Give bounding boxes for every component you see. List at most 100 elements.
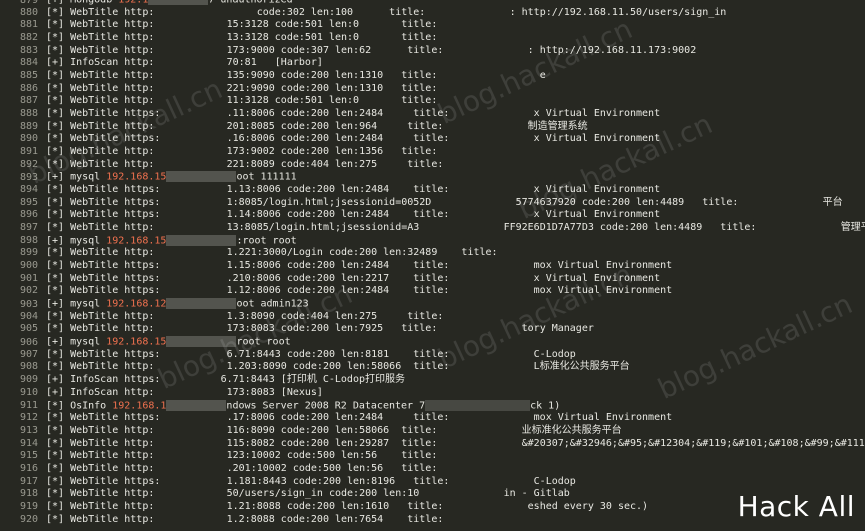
log-line: 884 [+] InfoScan http: 70:81 [Harbor]	[0, 57, 865, 70]
redacted-block	[148, 0, 209, 5]
log-line: 918 [*] WebTitle http: 50/users/sign_in c…	[0, 488, 865, 501]
log-line: 914 [*] WebTitle http: 115:8082 code:200 …	[0, 438, 865, 451]
log-text: 1.203:8090 code:200 len:58066 title: L标准…	[154, 361, 630, 373]
log-line: 890 [*] WebTitle https: .16:8006 code:200…	[0, 133, 865, 146]
log-line: 913 [*] WebTitle http: 116:8090 code:200 …	[0, 425, 865, 438]
redacted-block	[166, 336, 237, 348]
log-text: .17:8006 code:200 len:2484 title: mox Vi…	[160, 412, 673, 424]
redacted-block	[425, 399, 531, 411]
log-prefix: [*] WebTitle http:	[46, 310, 155, 322]
line-number: 916	[19, 462, 38, 474]
line-number: 880	[19, 6, 38, 18]
log-text: 1.15:8006 code:200 len:2484 title: mox V…	[160, 260, 673, 272]
line-number: 917	[19, 475, 38, 487]
terminal-window: { "lines": [ {"n":"879","pre":"[+] Mongo…	[0, 0, 865, 531]
ip-address: 192.168.15	[106, 171, 167, 183]
log-prefix: [*] WebTitle http:	[46, 323, 155, 335]
log-text: 1.181:8443 code:200 len:8196 title: C-Lo…	[160, 475, 576, 487]
line-number: 897	[19, 222, 38, 234]
log-line: 880 [*] WebTitle http: code:302 len:100 t…	[0, 7, 865, 20]
line-number: 888	[19, 108, 38, 120]
log-prefix: [*] WebTitle http:	[46, 513, 155, 525]
log-line: 900 [*] WebTitle https: 1.15:8006 code:20…	[0, 260, 865, 273]
redacted-block	[166, 171, 237, 183]
line-number: 885	[19, 70, 38, 82]
log-line: 891 [*] WebTitle http: 173:9002 code:200 …	[0, 146, 865, 159]
line-number: 886	[19, 82, 38, 94]
line-number: 902	[19, 285, 38, 297]
log-text: 1.13:8006 code:200 len:2484 title: x Vir…	[160, 184, 661, 196]
log-text: 173:8083 code:200 len:7925 title: tory M…	[154, 323, 594, 335]
log-prefix: [+] InfoScan http:	[46, 386, 155, 398]
log-prefix: [*] WebTitle https:	[46, 412, 161, 424]
log-text: .11:8006 code:200 len:2484 title: x Virt…	[160, 108, 661, 120]
line-number: 883	[19, 44, 38, 56]
line-number: 903	[19, 298, 38, 310]
log-text: 135:9090 code:200 len:1310 title: e	[154, 70, 546, 82]
log-text: 1.12:8006 code:200 len:2484 title: mox V…	[160, 285, 673, 297]
line-number: 913	[19, 424, 38, 436]
line-number: 892	[19, 158, 38, 170]
log-text: 1.221:3000/Login code:200 len:32489 titl…	[154, 247, 498, 259]
line-number: 882	[19, 32, 38, 44]
line-number: 891	[19, 146, 38, 158]
log-line: 879 [+] Mongodb 192.1 7 unauthorized	[0, 0, 865, 7]
log-text: 70:81 [Harbor]	[154, 57, 323, 69]
line-number: 894	[19, 184, 38, 196]
log-text: 173:9002 code:200 len:1356 title:	[154, 146, 438, 158]
log-text: 7 unauthorized	[208, 0, 293, 6]
log-prefix: [*] WebTitle https:	[46, 184, 161, 196]
log-prefix: [*] WebTitle https:	[46, 260, 161, 272]
line-number: 890	[19, 133, 38, 145]
ip-address: 192.1	[118, 0, 149, 6]
log-prefix: [+] InfoScan http:	[46, 57, 155, 69]
log-text: 116:8090 code:200 len:58066 title: 业标准化公…	[154, 424, 622, 436]
log-line: 915 [*] WebTitle http: 123:10002 code:500…	[0, 450, 865, 463]
line-number: 907	[19, 348, 38, 360]
log-line: 889 [*] WebTitle http: 201:8085 code:200 …	[0, 121, 865, 134]
log-text: oot admin123	[236, 298, 309, 310]
log-line: 912 [*] WebTitle https: .17:8006 code:200…	[0, 412, 865, 425]
log-prefix: [*] WebTitle http:	[46, 424, 155, 436]
line-number: 904	[19, 310, 38, 322]
line-number: 893	[19, 171, 38, 183]
log-prefix: [*] WebTitle http:	[46, 82, 155, 94]
log-line: 906 [+] mysql 192.168.15 root root	[0, 336, 865, 349]
log-text: .16:8006 code:200 len:2484 title: x Virt…	[160, 133, 661, 145]
brand-logo: Hack All	[737, 490, 855, 523]
line-number: 914	[19, 437, 38, 449]
line-number: 898	[19, 235, 38, 247]
log-text: 201:8085 code:200 len:964 title: 制造管理系统	[154, 120, 588, 132]
log-text: 1:8085/login.html;jsessionid=0052D 57746…	[160, 196, 843, 208]
log-prefix: [*] WebTitle http:	[46, 70, 155, 82]
log-text: oot 111111	[236, 171, 297, 183]
redacted-block	[166, 298, 237, 310]
log-line: 882 [*] WebTitle http: 13:3128 code:501 l…	[0, 32, 865, 45]
log-prefix: [*] WebTitle http:	[46, 120, 155, 132]
log-prefix: [*] WebTitle https:	[46, 475, 161, 487]
log-line: 910 [+] InfoScan http: 173:8083 [Nexus]	[0, 387, 865, 400]
log-line: 909 [+] InfoScan https: 6.71:8443 [打印机 C-…	[0, 374, 865, 387]
log-line: 894 [*] WebTitle https: 1.13:8006 code:20…	[0, 184, 865, 197]
log-text: 6.71:8443 [打印机 C-Lodop打印服务	[160, 374, 405, 386]
log-line: 904 [*] WebTitle http: 1.3:8090 code:404 …	[0, 311, 865, 324]
log-prefix: [*] WebTitle http:	[46, 488, 155, 500]
ip-address: 192.168.1	[112, 400, 167, 411]
log-line: 908 [*] WebTitle http: 1.203:8090 code:20…	[0, 361, 865, 374]
log-line: 899 [*] WebTitle http: 1.221:3000/Login c…	[0, 247, 865, 260]
log-text: 50/users/sign_in code:200 len:10 in - Gi…	[154, 488, 570, 500]
log-line: 916 [*] WebTitle http: .201:10002 code:50…	[0, 463, 865, 476]
log-prefix: [*] WebTitle https:	[46, 285, 161, 297]
line-number: 884	[19, 57, 38, 69]
log-prefix: [*] WebTitle http:	[46, 6, 155, 18]
log-line: 898 [+] mysql 192.168.15:root root	[0, 234, 865, 248]
scan-output-log[interactable]: 879 [+] Mongodb 192.1 7 unauthorized 880 [*]…	[0, 0, 865, 526]
line-number: 910	[19, 386, 38, 398]
redacted-block	[166, 399, 227, 411]
log-text: 13:3128 code:501 len:0 title:	[154, 32, 438, 44]
log-line: 883 [*] WebTitle http: 173:9000 code:307 …	[0, 45, 865, 58]
log-line: 905 [*] WebTitle http: 173:8083 code:200 …	[0, 323, 865, 336]
log-prefix: [+] mysql	[46, 171, 107, 183]
log-prefix: [*] WebTitle http:	[46, 462, 155, 474]
line-number: 901	[19, 272, 38, 284]
